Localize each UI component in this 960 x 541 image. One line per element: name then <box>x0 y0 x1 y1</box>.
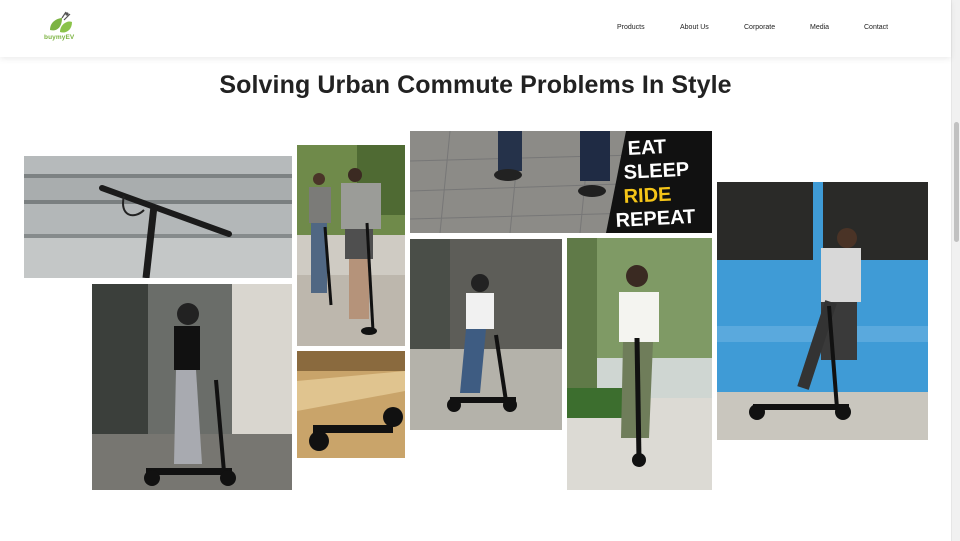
scrollbar-thumb[interactable] <box>954 122 959 242</box>
photo-folded-scooter <box>297 351 405 458</box>
nav-corporate[interactable]: Corporate <box>744 24 775 31</box>
nav-about-us[interactable]: About Us <box>680 24 709 31</box>
page: buymyEV Products About Us Corporate Medi… <box>0 0 960 541</box>
nav-media[interactable]: Media <box>810 24 829 31</box>
photo-scooter-handlebar <box>24 156 292 278</box>
photo-woman-white-top <box>410 239 562 430</box>
photo-eat-sleep-ride-repeat: EAT SLEEP RIDE REPEAT <box>410 131 712 233</box>
photo-two-men-walking <box>297 145 405 346</box>
nav-contact[interactable]: Contact <box>864 24 888 31</box>
page-scrollbar[interactable] <box>951 0 960 541</box>
logo-text: buymyEV <box>44 34 75 41</box>
sticker-line-eat: EAT <box>627 136 667 160</box>
photo-man-blue-wall <box>717 182 928 440</box>
site-header: buymyEV Products About Us Corporate Medi… <box>0 0 951 57</box>
page-title: Solving Urban Commute Problems In Style <box>219 71 732 99</box>
sticker-line-sleep: SLEEP <box>623 159 690 184</box>
sticker-line-ride: RIDE <box>623 184 672 208</box>
photo-woman-black-top <box>92 284 292 490</box>
sticker-line-repeat: REPEAT <box>615 206 696 232</box>
nav-products[interactable]: Products <box>617 24 645 31</box>
photo-woman-green-pants <box>567 238 712 490</box>
